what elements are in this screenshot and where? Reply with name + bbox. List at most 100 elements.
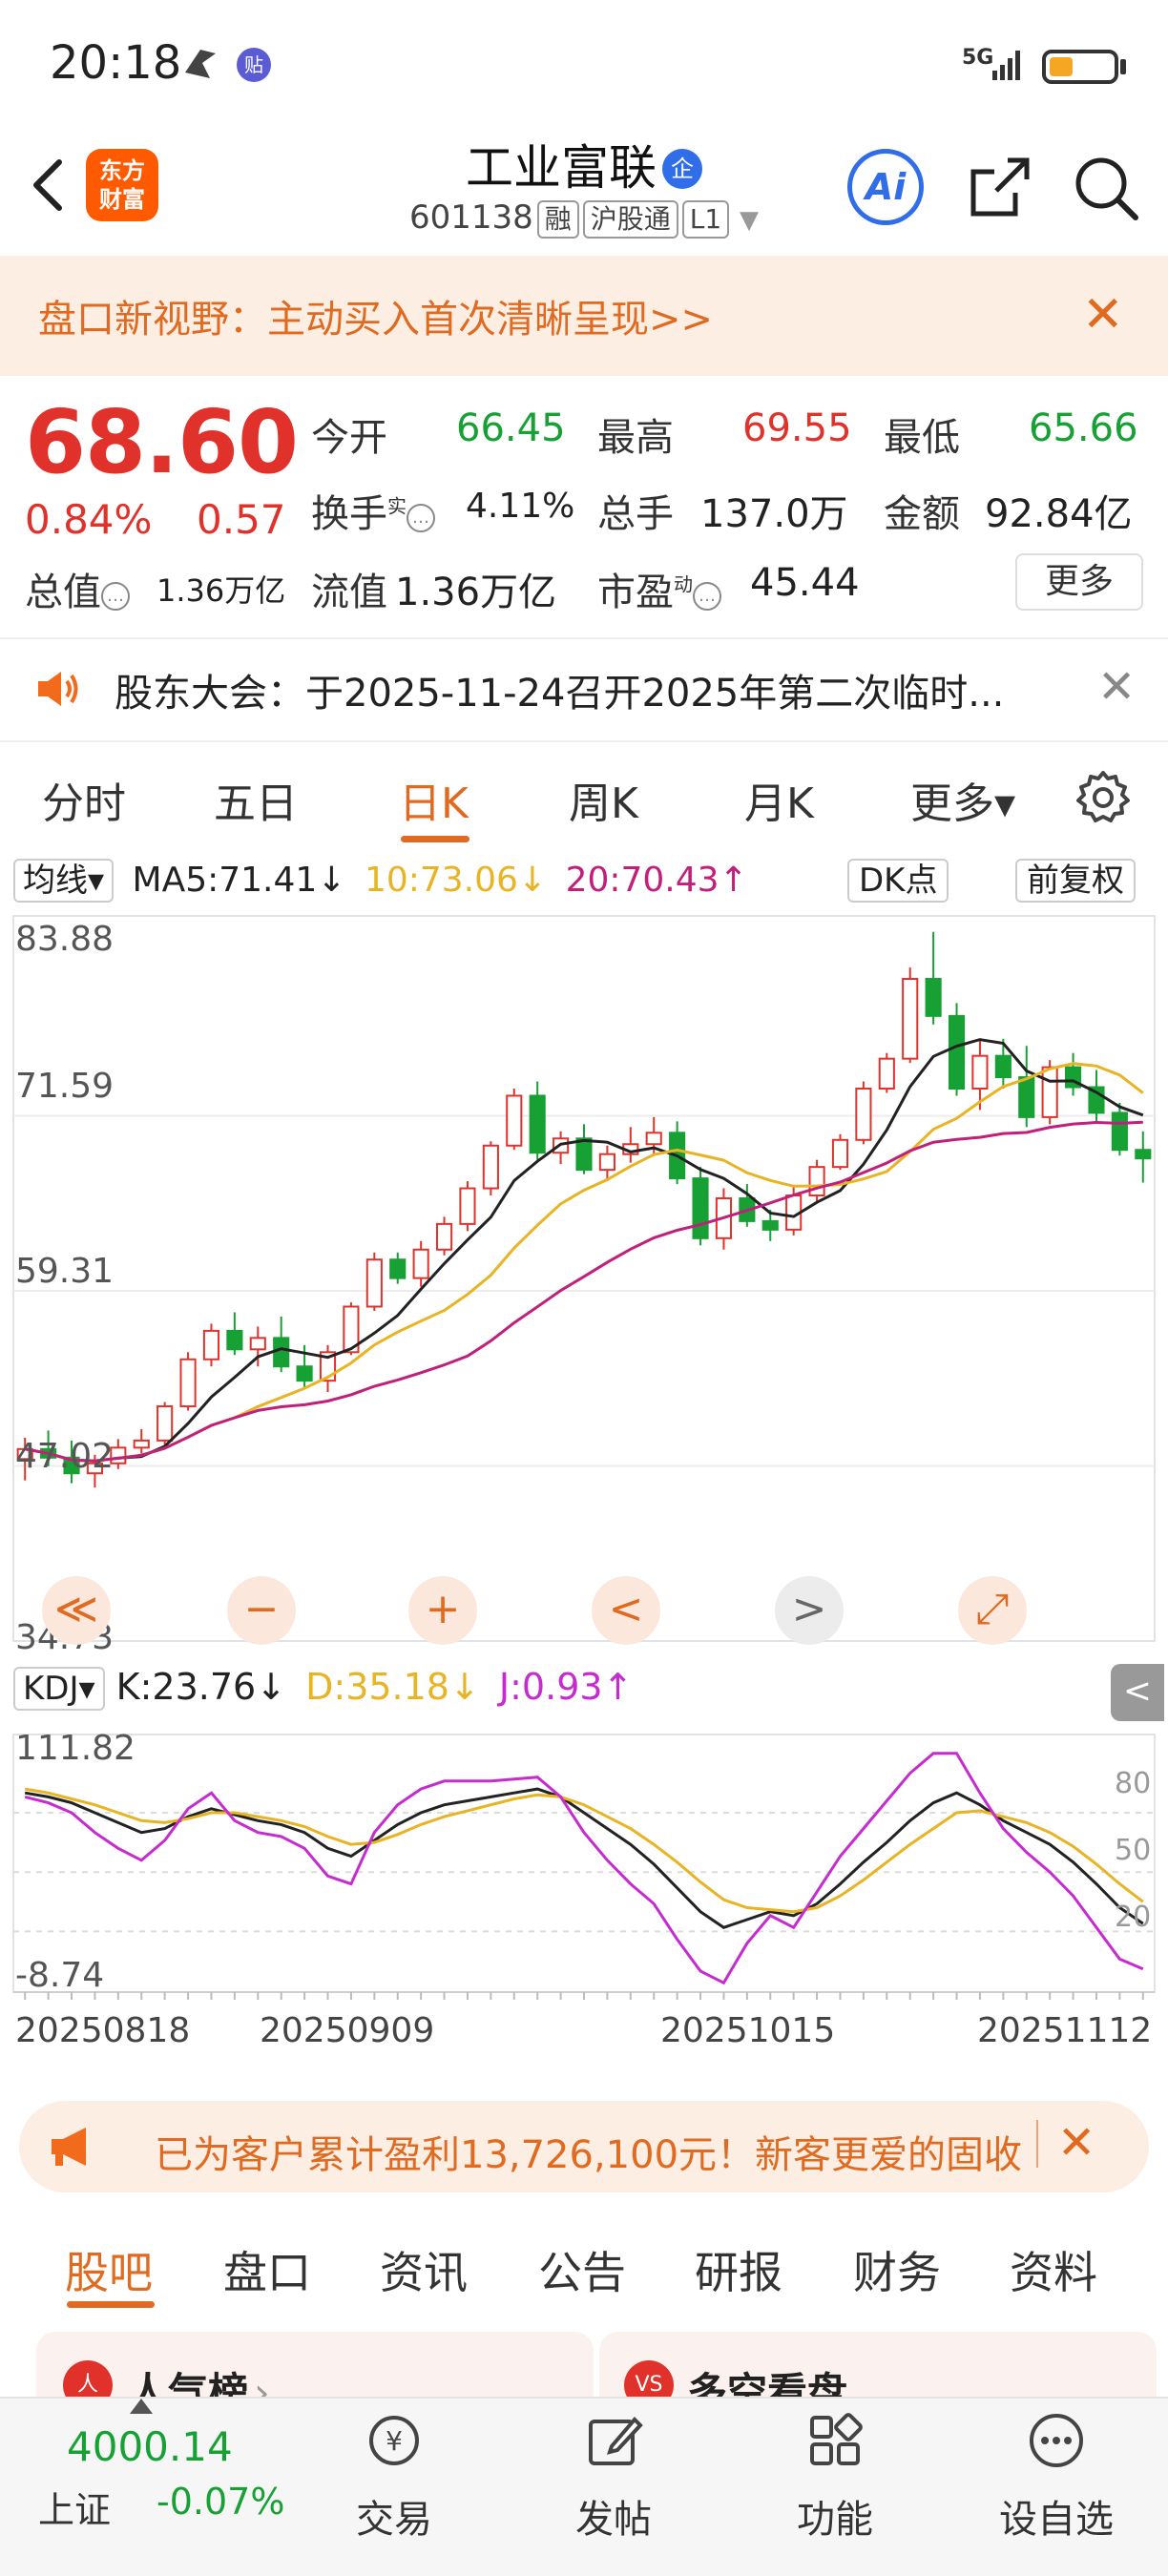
- kdj-j-value: J:0.93↑: [498, 1666, 634, 1708]
- ma20-value: 20:70.43↑: [565, 861, 748, 900]
- share-icon[interactable]: [964, 151, 1036, 223]
- index-value[interactable]: 4000.14: [67, 2423, 233, 2470]
- index-change[interactable]: -0.07%: [156, 2481, 284, 2523]
- more-dots-icon: [1030, 2414, 1083, 2467]
- ma-select[interactable]: 均线▾: [13, 859, 115, 903]
- promo-close-icon[interactable]: ✕: [1082, 286, 1124, 343]
- caret-up-icon: [130, 2399, 153, 2414]
- tab-more[interactable]: 更多▾: [910, 769, 1015, 830]
- kdj-row: KDJ▾ K:23.76↓ D:35.18↓ J:0.93↑: [13, 1666, 633, 1711]
- info-icon[interactable]: …: [693, 582, 721, 611]
- adjust-button[interactable]: 前复权: [1015, 859, 1136, 903]
- notification-icon: [185, 50, 216, 78]
- tab-daily-k[interactable]: 日K: [399, 769, 469, 830]
- nav-functions-label: 功能: [797, 2498, 873, 2542]
- candle-body: [645, 1132, 662, 1146]
- candle-body: [948, 1014, 966, 1091]
- candle-body: [761, 1219, 779, 1231]
- pe-label: 市盈动…: [597, 561, 721, 616]
- nav-post[interactable]: 发帖: [542, 2410, 685, 2544]
- notice-close-icon[interactable]: ✕: [1097, 660, 1136, 714]
- candle-body: [575, 1137, 593, 1172]
- candle-body: [482, 1144, 499, 1190]
- dropdown-triangle-icon: ▼: [740, 206, 760, 235]
- kdj-axis-label: -8.74: [15, 1956, 105, 1995]
- kdj-level-label: 20: [1115, 1901, 1152, 1934]
- candle-body: [692, 1177, 709, 1239]
- candle-body: [156, 1405, 174, 1442]
- tab-pankou[interactable]: 盘口: [223, 2238, 311, 2301]
- side-panel-toggle[interactable]: <: [1111, 1664, 1164, 1721]
- battery-tip: [1120, 59, 1126, 74]
- float-label: 流值: [311, 571, 387, 614]
- info-icon[interactable]: …: [101, 582, 130, 611]
- candle-body: [435, 1222, 453, 1251]
- price-axis-label: 59.31: [15, 1252, 115, 1291]
- search-icon[interactable]: [1069, 151, 1141, 223]
- date-label: 20250909: [260, 2011, 435, 2050]
- candle-body: [971, 1054, 989, 1091]
- amount-value: 92.84亿: [985, 492, 1133, 536]
- change-percent: 0.84%: [25, 496, 153, 543]
- date-label: 20250818: [15, 2011, 191, 2050]
- mktcap-label: 总值…: [25, 561, 130, 616]
- notice-text[interactable]: 股东大会：于2025-11-24召开2025年第二次临时...: [115, 662, 1004, 717]
- nav-trade[interactable]: ¥ 交易: [323, 2410, 466, 2544]
- price-axis-label: 71.59: [15, 1067, 115, 1106]
- enterprise-badge-icon: 企: [662, 149, 702, 189]
- candle-body: [1111, 1111, 1128, 1152]
- float-value: 1.36万亿: [395, 571, 557, 614]
- profit-promo-close-icon[interactable]: ✕: [1057, 2116, 1095, 2170]
- scroll-left-button[interactable]: <: [592, 1576, 660, 1645]
- candle-body: [808, 1166, 825, 1197]
- dk-button[interactable]: DK点: [847, 859, 949, 903]
- tab-news[interactable]: 资讯: [380, 2238, 468, 2301]
- status-time: 20:18: [50, 36, 182, 90]
- tab-intraday[interactable]: 分时: [42, 769, 126, 830]
- scroll-left-fast-button[interactable]: ≪: [42, 1576, 111, 1645]
- high-label: 最高: [597, 416, 674, 460]
- candle-body: [1018, 1076, 1035, 1118]
- kdj-j-line: [24, 1752, 1144, 1985]
- nav-post-label: 发帖: [575, 2498, 652, 2542]
- low-label: 最低: [884, 416, 960, 460]
- kdj-select[interactable]: KDJ▾: [13, 1667, 105, 1711]
- tab-guba[interactable]: 股吧: [65, 2238, 153, 2301]
- price-chart[interactable]: [0, 906, 1168, 2004]
- nav-add-watchlist[interactable]: 设自选: [985, 2410, 1128, 2544]
- profit-promo-text[interactable]: 已为客户累计盈利13,726,100元！新客更爱的固收: [155, 2124, 1042, 2179]
- tab-profile[interactable]: 资料: [1010, 2238, 1097, 2301]
- tab-announcements[interactable]: 公告: [538, 2238, 626, 2301]
- promo-banner-text[interactable]: 盘口新视野：主动买入首次清晰呈现>>: [38, 288, 713, 343]
- candle-body: [179, 1358, 197, 1408]
- price-axis-label: 83.88: [15, 920, 115, 959]
- fullscreen-button[interactable]: ⤢: [958, 1576, 1027, 1645]
- info-icon[interactable]: …: [407, 504, 435, 532]
- zoom-in-button[interactable]: +: [408, 1576, 477, 1645]
- date-label: 20251015: [660, 2011, 836, 2050]
- gear-icon[interactable]: [1074, 769, 1132, 826]
- tab-research[interactable]: 研报: [695, 2238, 782, 2301]
- tab-five-day[interactable]: 五日: [214, 769, 298, 830]
- tag-margin: 融: [536, 200, 579, 239]
- zoom-out-button[interactable]: −: [227, 1576, 296, 1645]
- date-label: 20251112: [977, 2011, 1153, 2050]
- tab-finance[interactable]: 财务: [853, 2238, 941, 2301]
- candle-body: [133, 1439, 150, 1449]
- volume-label: 总手: [597, 492, 674, 536]
- yuan-coin-icon: ¥: [369, 2416, 419, 2465]
- scroll-right-button[interactable]: >: [775, 1576, 844, 1645]
- volume-value: 137.0万: [700, 492, 848, 536]
- tab-monthly-k[interactable]: 月K: [744, 769, 814, 830]
- index-name[interactable]: 上证: [38, 2481, 111, 2533]
- nav-functions[interactable]: 功能: [763, 2410, 907, 2544]
- ma-row: 均线▾ MA5:71.41↓ 10:73.06↓ 20:70.43↑: [13, 859, 748, 904]
- candle-body: [226, 1329, 243, 1351]
- nav-trade-label: 交易: [356, 2498, 432, 2542]
- open-value: 66.45: [456, 406, 566, 450]
- tab-weekly-k[interactable]: 周K: [569, 769, 638, 830]
- ai-button[interactable]: Ai: [847, 149, 924, 225]
- feed-tab-underline: [67, 2301, 155, 2308]
- more-button[interactable]: 更多: [1015, 553, 1143, 611]
- candle-body: [249, 1337, 266, 1351]
